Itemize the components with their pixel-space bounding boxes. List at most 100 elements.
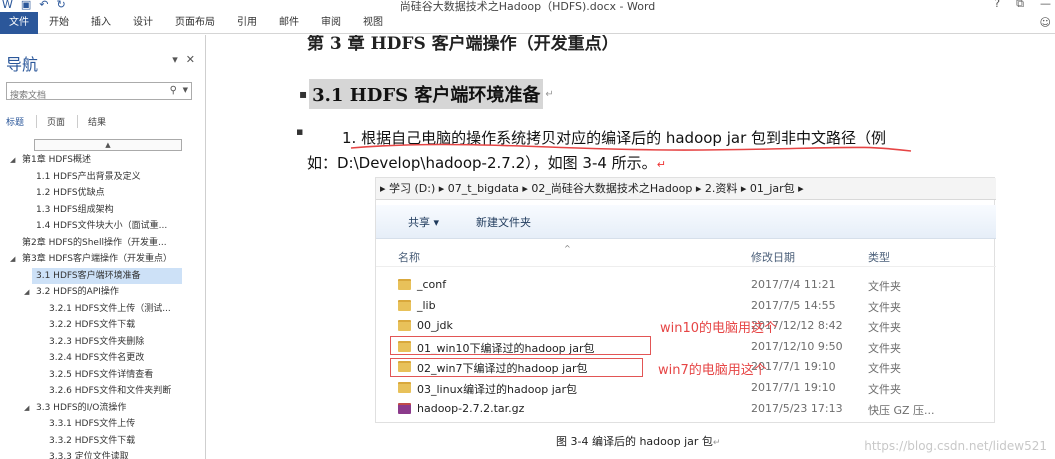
minimize-icon[interactable]: —	[1040, 0, 1051, 11]
nav-heading-label: 第2章 HDFS的Shell操作（开发重...	[22, 237, 167, 248]
nav-heading-item[interactable]: ◢ 第3章 HDFS客户端操作（开发重点）	[0, 251, 200, 268]
nav-heading-label: 3.1 HDFS客户端环境准备	[36, 270, 141, 281]
column-date: 修改日期	[751, 251, 795, 264]
collapse-arrow-icon[interactable]: ◢	[24, 284, 29, 301]
title-bar: W ▣ ↶ ↻ 尚硅谷大数据技术之Hadoop（HDFS).docx - Wor…	[0, 0, 1055, 13]
tab-home[interactable]: 开始	[38, 12, 80, 34]
tab-file[interactable]: 文件	[0, 11, 38, 34]
help-icon[interactable]: ?	[994, 0, 1000, 11]
nav-heading-label: 3.2.1 HDFS文件上传（测试...	[49, 303, 171, 314]
nav-options-icon[interactable]: ▾	[172, 53, 178, 66]
explorer-toolbar: 共享 ▾ 新建文件夹	[376, 205, 996, 239]
watermark: https://blog.csdn.net/lidew521	[864, 439, 1047, 453]
return-mark-icon: ↵	[712, 438, 721, 448]
collapse-arrow-icon[interactable]: ◢	[10, 251, 15, 268]
nav-heading-item[interactable]: 3.2.6 HDFS文件和文件夹判断	[0, 383, 200, 400]
address-bar: ▸ 学习 (D:) ▸ 07_t_bigdata ▸ 02_尚硅谷大数据技术之H…	[376, 178, 996, 200]
nav-heading-item[interactable]: 3.3.3 定位文件读取	[0, 449, 200, 459]
nav-heading-label: 3.2 HDFS的API操作	[36, 287, 119, 297]
collapse-arrow-icon[interactable]: ◢	[24, 400, 29, 417]
nav-heading-label: 1.2 HDFS优缺点	[36, 188, 105, 198]
scroll-up-button[interactable]: ▲	[34, 139, 182, 151]
nav-heading-item[interactable]: 3.2.4 HDFS文件名更改	[0, 350, 200, 367]
annotation-win7: win7的电脑用这个	[658, 363, 767, 378]
chapter-heading: 第 3 章 HDFS 客户端操作（开发重点）	[307, 35, 619, 54]
nav-tab-pages[interactable]: 页面	[47, 115, 79, 128]
paragraph-line-text: 如：D:\Develop\hadoop-2.7.2），如图 3-4 所示。	[307, 154, 657, 172]
sort-arrow-icon: ^	[564, 244, 571, 253]
collapse-arrow-icon[interactable]: ◢	[10, 152, 15, 169]
tab-page-layout[interactable]: 页面布局	[164, 12, 226, 34]
nav-heading-item[interactable]: ◢ 3.2 HDFS的API操作	[0, 284, 200, 301]
nav-heading-item[interactable]: 3.1 HDFS客户端环境准备	[32, 267, 182, 284]
file-date: 2017/7/5 14:55	[751, 298, 836, 312]
figure-caption: 图 3-4 编译后的 hadoop jar 包↵	[556, 433, 720, 449]
return-mark-icon: ↵	[656, 158, 666, 171]
folder-icon	[398, 299, 411, 311]
nav-heading-item[interactable]: 1.3 HDFS组成架构	[0, 202, 200, 219]
tab-mailings[interactable]: 邮件	[268, 12, 310, 34]
nav-heading-item[interactable]: 3.2.2 HDFS文件下载	[0, 317, 200, 334]
tab-design[interactable]: 设计	[122, 12, 164, 34]
nav-tab-results[interactable]: 结果	[88, 115, 118, 128]
paragraph-line: 如：D:\Develop\hadoop-2.7.2），如图 3-4 所示。↵	[307, 152, 666, 173]
close-icon[interactable]: ✕	[186, 53, 195, 66]
column-headers: 名称 ^ 修改日期 类型	[376, 243, 996, 267]
nav-heading-item[interactable]: 3.2.3 HDFS文件夹删除	[0, 334, 200, 351]
window-controls: ? ⧉ —	[994, 0, 1051, 11]
file-row: 03_linux编译过的hadoop jar包 2017/7/1 19:10 文件夹	[376, 378, 996, 399]
tab-view[interactable]: 视图	[352, 12, 394, 34]
nav-heading-label: 3.2.3 HDFS文件夹删除	[49, 336, 145, 347]
file-date: 2017/7/4 11:21	[751, 278, 836, 291]
nav-heading-item[interactable]: ◢ 第1章 HDFS概述	[0, 152, 200, 169]
smiley-icon[interactable]: ☺	[1040, 16, 1051, 29]
file-type: 文件夹	[868, 321, 901, 335]
tab-insert[interactable]: 插入	[80, 12, 122, 34]
search-icon[interactable]: ⚲	[170, 85, 177, 96]
column-type: 类型	[868, 251, 890, 264]
chevron-down-icon[interactable]: ▼	[183, 86, 188, 94]
nav-heading-item[interactable]: 3.3.1 HDFS文件上传	[0, 416, 200, 433]
nav-controls: ▾ ✕	[172, 53, 195, 66]
nav-heading-item[interactable]: 3.3.2 HDFS文件下载	[0, 433, 200, 450]
file-type: 文件夹	[868, 362, 901, 376]
highlight-box-win7	[390, 358, 643, 377]
search-input[interactable]	[7, 88, 157, 104]
paragraph-mark-icon: ▪	[296, 125, 304, 138]
nav-heading-label: 3.3 HDFS的I/O流操作	[36, 402, 127, 413]
nav-title: 导航	[6, 55, 39, 74]
nav-heading-label: 1.4 HDFS文件块大小（面试重...	[36, 221, 168, 231]
heading-tree: ◢ 第1章 HDFS概述 1.1 HDFS产出背景及定义 1.2 HDFS优缺点 1.3…	[0, 152, 200, 459]
nav-tab-headings[interactable]: 标题	[6, 115, 38, 128]
nav-heading-label: 1.3 HDFS组成架构	[36, 204, 114, 215]
tab-review[interactable]: 审阅	[310, 12, 352, 34]
file-name: hadoop-2.7.2.tar.gz	[417, 401, 525, 415]
nav-tabs: 标题 页面 结果	[6, 115, 128, 128]
tab-references[interactable]: 引用	[226, 12, 268, 34]
nav-heading-label: 3.2.5 HDFS文件详情查看	[49, 369, 154, 380]
nav-heading-item[interactable]: 3.2.1 HDFS文件上传（测试...	[0, 301, 200, 318]
nav-heading-item[interactable]: 1.1 HDFS产出背景及定义	[0, 169, 200, 186]
ribbon-display-icon[interactable]: ⧉	[1016, 0, 1024, 11]
highlight-box-win10	[390, 336, 651, 355]
nav-heading-item[interactable]: 3.2.5 HDFS文件详情查看	[0, 367, 200, 384]
paragraph-mark-icon: ▪	[299, 87, 308, 101]
file-date: 2017/5/23 17:13	[751, 401, 843, 415]
explorer-screenshot: ▸ 学习 (D:) ▸ 07_t_bigdata ▸ 02_尚硅谷大数据技术之H…	[375, 177, 996, 423]
column-name: 名称	[398, 251, 420, 264]
ribbon-tabs: 文件 开始 插入 设计 页面布局 引用 邮件 审阅 视图 ☺	[0, 11, 1055, 34]
nav-heading-item[interactable]: 1.2 HDFS优缺点	[0, 185, 200, 202]
document-canvas[interactable]: 第 3 章 HDFS 客户端操作（开发重点） ▪ 3.1 HDFS 客户端环境准…	[207, 35, 1055, 459]
nav-heading-item[interactable]: 第2章 HDFS的Shell操作（开发重...	[0, 235, 200, 252]
file-type: 文件夹	[868, 341, 901, 355]
file-row: _conf 2017/7/4 11:21 文件夹	[376, 275, 996, 296]
file-row: hadoop-2.7.2.tar.gz 2017/5/23 17:13 快压 GZ …	[376, 399, 996, 420]
nav-heading-item[interactable]: ◢ 3.3 HDFS的I/O流操作	[0, 400, 200, 417]
figure-caption-text: 图 3-4 编译后的 hadoop jar 包	[556, 435, 713, 448]
nav-search-box: ⚲ ▼	[6, 82, 192, 104]
nav-heading-item[interactable]: 1.4 HDFS文件块大小（面试重...	[0, 218, 200, 235]
navigation-pane: 导航 ▾ ✕ ⚲ ▼ 标题 页面 结果 ▲ ◢ 第1章 HDFS概述 1.1 HDF…	[0, 35, 206, 459]
file-name: _conf	[417, 278, 447, 291]
file-name: 00_jdk	[417, 319, 453, 333]
file-type: 文件夹	[868, 280, 901, 293]
